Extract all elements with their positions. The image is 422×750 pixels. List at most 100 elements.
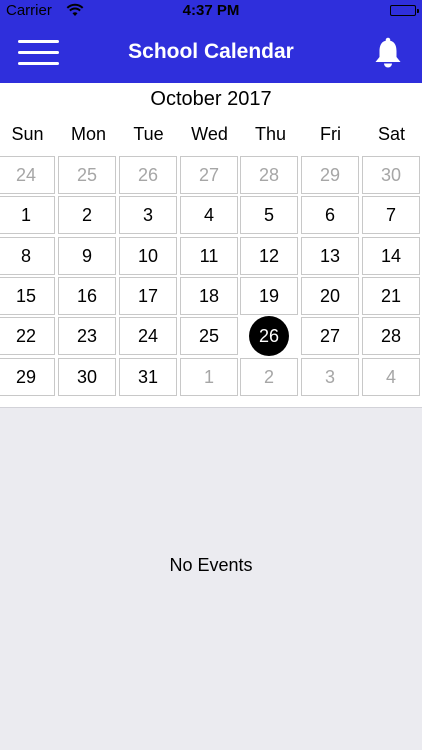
- calendar-day[interactable]: 21: [362, 277, 420, 315]
- calendar-day[interactable]: 9: [58, 237, 116, 275]
- calendar-day[interactable]: 24: [119, 317, 177, 355]
- calendar-day[interactable]: 1: [0, 196, 55, 234]
- calendar-day[interactable]: 30: [58, 358, 116, 396]
- no-events-label: No Events: [169, 555, 253, 575]
- calendar-day[interactable]: 2: [58, 196, 116, 234]
- calendar-day[interactable]: 5: [240, 196, 298, 234]
- calendar-day[interactable]: 28: [240, 156, 298, 194]
- calendar-day-number: 19: [258, 285, 280, 306]
- calendar-day[interactable]: 27: [180, 156, 238, 194]
- status-time: 4:37 PM: [182, 2, 240, 19]
- calendar-day-number: 30: [380, 164, 402, 185]
- calendar-day-number: 25: [198, 325, 220, 346]
- calendar-day[interactable]: 25: [58, 156, 116, 194]
- calendar-day-number: 23: [76, 325, 98, 346]
- calendar-day-number: 8: [20, 245, 31, 266]
- weekday-label: Fri: [320, 124, 341, 144]
- calendar-day[interactable]: 7: [362, 196, 420, 234]
- calendar-day-number: 2: [81, 204, 92, 225]
- calendar-day-number: 15: [15, 285, 37, 306]
- calendar-day[interactable]: 24: [0, 156, 55, 194]
- calendar-day-number: 5: [263, 204, 274, 225]
- calendar-day-number: 7: [385, 204, 396, 225]
- calendar-day[interactable]: 23: [58, 317, 116, 355]
- calendar-day-number: 12: [258, 245, 280, 266]
- calendar-day-number: 3: [142, 204, 153, 225]
- calendar-day-number: 11: [199, 245, 219, 266]
- calendar-day[interactable]: 22: [0, 317, 55, 355]
- calendar-day[interactable]: 20: [301, 277, 359, 315]
- nav-bar: School Calendar: [0, 22, 422, 83]
- weekday-label: Sat: [377, 124, 406, 144]
- calendar-day[interactable]: 16: [58, 277, 116, 315]
- calendar-day-number: 29: [15, 366, 37, 387]
- calendar-day-selected[interactable]: 26: [240, 316, 298, 356]
- calendar-day-number: 13: [319, 245, 341, 266]
- calendar-day[interactable]: 15: [0, 277, 55, 315]
- calendar-day-number: 10: [137, 245, 159, 266]
- weekday-label: Thu: [254, 124, 287, 144]
- calendar-day[interactable]: 26: [119, 156, 177, 194]
- calendar-day-number: 6: [324, 204, 335, 225]
- calendar-day[interactable]: 4: [180, 196, 238, 234]
- calendar-day-number: 2: [263, 366, 274, 387]
- calendar-day-number: 28: [258, 164, 280, 185]
- calendar-day-number: 29: [319, 164, 341, 185]
- calendar-day[interactable]: 1: [180, 358, 238, 396]
- calendar-day[interactable]: 19: [240, 277, 298, 315]
- calendar-day[interactable]: 28: [362, 317, 420, 355]
- calendar-day-number: 30: [76, 366, 98, 387]
- calendar-day-number: 26: [137, 164, 159, 185]
- calendar-day[interactable]: 27: [301, 317, 359, 355]
- calendar-day[interactable]: 4: [362, 358, 420, 396]
- month-label: October 2017: [150, 88, 272, 110]
- calendar-day[interactable]: 3: [301, 358, 359, 396]
- calendar-day[interactable]: 6: [301, 196, 359, 234]
- calendar-day-number: 9: [81, 245, 92, 266]
- calendar-day-number: 1: [203, 366, 214, 387]
- calendar-day[interactable]: 8: [0, 237, 55, 275]
- calendar-day[interactable]: 2: [240, 358, 298, 396]
- calendar-day-number: 3: [324, 366, 335, 387]
- calendar-day-number: 4: [385, 366, 396, 387]
- weekday-label: Tue: [133, 124, 164, 144]
- calendar-day-number: 26: [249, 316, 289, 356]
- calendar-day[interactable]: 11: [180, 237, 238, 275]
- calendar-day-number: 14: [380, 245, 402, 266]
- calendar-day[interactable]: 29: [0, 358, 55, 396]
- calendar-day[interactable]: 10: [119, 237, 177, 275]
- bell-icon[interactable]: [373, 37, 403, 69]
- calendar-day-number: 25: [76, 164, 98, 185]
- weekday-label: Mon: [70, 124, 106, 144]
- calendar-day[interactable]: 18: [180, 277, 238, 315]
- weekday-header: Sun Mon Tue Wed Thu Fri Sat: [0, 124, 422, 146]
- weekday-label: Sun: [11, 124, 44, 144]
- calendar-day[interactable]: 14: [362, 237, 420, 275]
- calendar-day[interactable]: 3: [119, 196, 177, 234]
- calendar-day[interactable]: 17: [119, 277, 177, 315]
- weekday-label: Wed: [191, 124, 228, 144]
- events-panel: No Events: [0, 407, 422, 750]
- calendar-day[interactable]: 25: [180, 317, 238, 355]
- calendar-day-number: 28: [380, 325, 402, 346]
- page-title: School Calendar: [128, 40, 294, 63]
- calendar-day[interactable]: 29: [301, 156, 359, 194]
- calendar-day-number: 16: [76, 285, 98, 306]
- calendar-day-number: 20: [319, 285, 341, 306]
- status-bar: Carrier 4:37 PM: [0, 0, 422, 22]
- calendar-day-number: 24: [137, 325, 159, 346]
- calendar-day[interactable]: 30: [362, 156, 420, 194]
- calendar-day[interactable]: 12: [240, 237, 298, 275]
- calendar-day-number: 21: [380, 285, 402, 306]
- calendar-day[interactable]: 13: [301, 237, 359, 275]
- calendar-day[interactable]: 31: [119, 358, 177, 396]
- calendar-day-number: 31: [137, 366, 159, 387]
- calendar-day-number: 27: [319, 325, 341, 346]
- calendar-day-number: 17: [137, 285, 159, 306]
- calendar-day-number: 4: [203, 204, 214, 225]
- calendar-day-number: 24: [15, 164, 37, 185]
- calendar-day-number: 1: [20, 204, 31, 225]
- calendar-day-number: 27: [198, 164, 220, 185]
- calendar: October 2017 Sun Mon Tue Wed Thu Fri Sat…: [0, 83, 422, 408]
- calendar-day-number: 22: [15, 325, 37, 346]
